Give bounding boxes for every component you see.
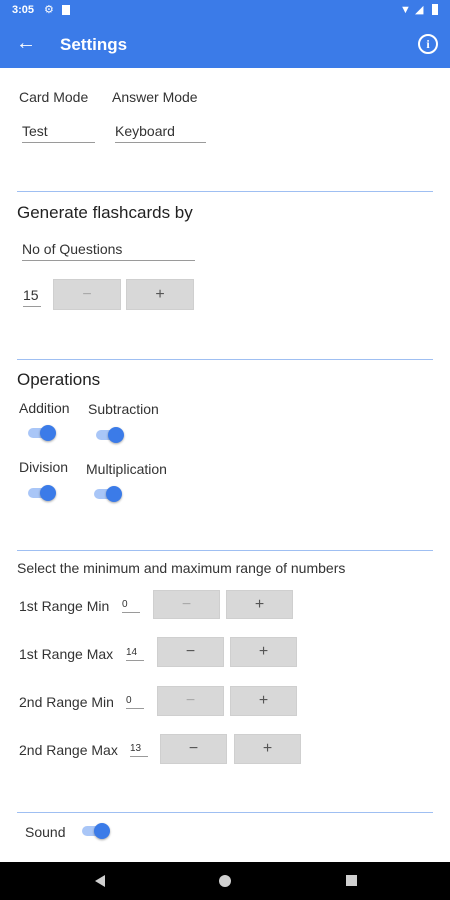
section-divider [17,812,433,813]
division-toggle[interactable] [28,485,56,501]
section-divider [17,191,433,192]
range-2-max-increment-button[interactable]: + [234,734,301,764]
battery-icon [432,4,438,15]
range-1-min-increment-button[interactable]: + [226,590,293,619]
arrow-left-icon[interactable]: ← [12,29,40,57]
range-1-max-input[interactable]: 14 [126,647,144,661]
status-bar: 3:05 ⚙ ▼ ◢ [0,0,450,20]
page-title: Settings [60,35,128,54]
range-1-min-label: 1st Range Min [19,598,110,614]
home-circle-icon[interactable] [195,862,255,900]
increment-questions-button[interactable]: + [126,279,194,310]
generate-heading: Generate flashcards by [17,203,193,222]
range-1-min-input[interactable]: 0 [122,599,140,613]
range-2-min-increment-button[interactable]: + [230,686,297,716]
recents-square-icon[interactable] [322,862,382,900]
card-mode-dropdown[interactable]: Test [22,123,95,143]
range-1-min-decrement-button[interactable]: − [153,590,220,619]
gear-icon: ⚙ [44,4,54,16]
operations-heading: Operations [17,370,101,389]
signal-icon: ◢ [415,4,424,16]
generate-by-dropdown[interactable]: No of Questions [22,241,195,261]
app-bar: ← Settings i [0,20,450,68]
section-divider [17,359,433,360]
subtraction-label: Subtraction [88,401,159,417]
addition-label: Addition [19,400,70,416]
range-2-min-input[interactable]: 0 [126,695,144,709]
answer-mode-dropdown[interactable]: Keyboard [115,123,206,143]
range-heading: Select the minimum and maximum range of … [17,560,346,576]
card-mode-label: Card Mode [19,89,89,105]
info-icon[interactable]: i [418,34,438,54]
sound-toggle[interactable] [82,823,110,839]
multiplication-toggle[interactable] [94,486,122,502]
system-nav-bar [0,862,450,900]
range-2-min-decrement-button[interactable]: − [157,686,224,716]
question-count-input[interactable]: 15 [23,287,41,307]
decrement-questions-button[interactable]: − [53,279,121,310]
range-2-max-decrement-button[interactable]: − [160,734,227,764]
section-divider [17,550,433,551]
sound-label: Sound [25,824,66,840]
back-triangle-icon[interactable] [70,862,130,900]
range-2-min-label: 2nd Range Min [19,694,114,710]
subtraction-toggle[interactable] [96,427,124,443]
status-time: 3:05 [12,4,35,16]
range-1-max-increment-button[interactable]: + [230,637,297,667]
division-label: Division [19,459,69,475]
range-2-max-input[interactable]: 13 [130,743,148,757]
answer-mode-label: Answer Mode [112,89,198,105]
multiplication-label: Multiplication [86,461,167,477]
range-1-max-decrement-button[interactable]: − [157,637,224,667]
range-1-max-label: 1st Range Max [19,646,114,662]
addition-toggle[interactable] [28,425,56,441]
sim-card-icon [62,5,70,15]
range-2-max-label: 2nd Range Max [19,742,118,758]
wifi-icon: ▼ [400,4,411,16]
